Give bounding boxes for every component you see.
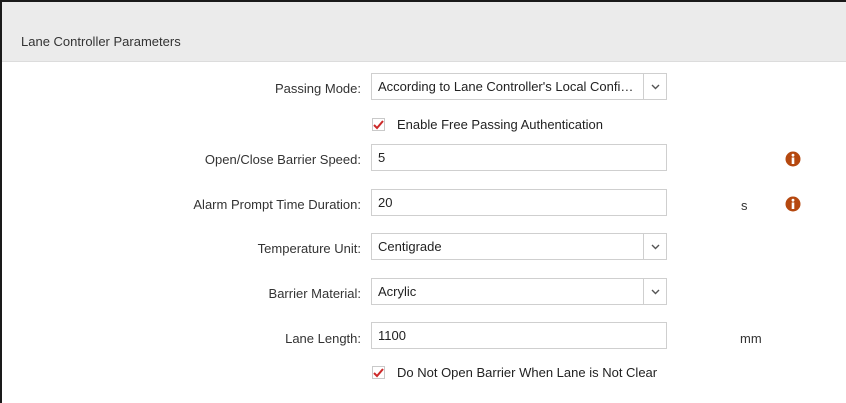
section-title: Lane Controller Parameters — [21, 34, 181, 49]
lane-length-input[interactable]: 1100 — [371, 322, 667, 349]
alarm-duration-input[interactable]: 20 — [371, 189, 667, 216]
passing-mode-value: According to Lane Controller's Local Con… — [378, 79, 640, 94]
alarm-duration-unit: s — [741, 198, 748, 213]
info-icon[interactable] — [785, 151, 801, 167]
enable-free-passing-checkbox[interactable] — [372, 118, 385, 131]
passing-mode-select[interactable]: According to Lane Controller's Local Con… — [371, 73, 667, 100]
chevron-down-icon[interactable] — [643, 279, 666, 304]
barrier-material-select[interactable]: Acrylic — [371, 278, 667, 305]
lane-length-unit: mm — [740, 331, 762, 346]
lane-length-label: Lane Length: — [285, 331, 361, 346]
not-open-barrier-checkbox[interactable] — [372, 366, 385, 379]
barrier-material-value: Acrylic — [378, 284, 417, 299]
alarm-duration-label: Alarm Prompt Time Duration: — [193, 197, 361, 212]
chevron-down-icon[interactable] — [643, 234, 666, 259]
temperature-unit-label: Temperature Unit: — [257, 241, 361, 256]
section-header: Lane Controller Parameters — [2, 2, 846, 62]
barrier-material-label: Barrier Material: — [268, 286, 361, 301]
barrier-speed-label: Open/Close Barrier Speed: — [204, 152, 361, 167]
temperature-unit-select[interactable]: Centigrade — [371, 233, 667, 260]
checkmark-icon — [373, 119, 384, 129]
chevron-down-icon[interactable] — [643, 74, 666, 99]
enable-free-passing-label: Enable Free Passing Authentication — [397, 117, 603, 132]
temperature-unit-value: Centigrade — [378, 239, 442, 254]
info-icon[interactable] — [785, 196, 801, 212]
checkmark-icon — [373, 367, 384, 377]
not-open-barrier-row: Do Not Open Barrier When Lane is Not Cle… — [372, 365, 657, 380]
not-open-barrier-label: Do Not Open Barrier When Lane is Not Cle… — [397, 365, 658, 380]
passing-mode-label: Passing Mode: — [275, 81, 361, 96]
enable-free-passing-row: Enable Free Passing Authentication — [372, 117, 603, 132]
barrier-speed-input[interactable]: 5 — [371, 144, 667, 171]
